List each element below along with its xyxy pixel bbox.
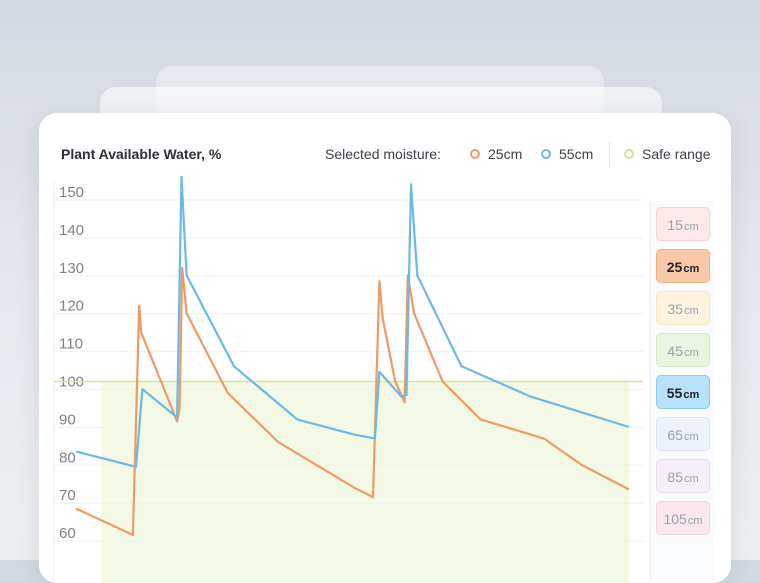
depth-button-55cm[interactable]: 55cm [656,375,710,409]
y-tick-label: 110 [59,336,83,353]
y-tick-label: 90 [59,411,76,428]
y-tick-label: 120 [59,298,84,315]
depth-button-35cm[interactable]: 35cm [656,291,710,325]
depth-value: 65 [667,427,683,443]
line-chart: 15014013012011010090807060 [39,113,731,583]
depth-selector: 15cm25cm35cm45cm55cm65cm85cm105cm [650,201,715,581]
y-tick-label: 80 [59,449,76,466]
depth-unit: cm [684,431,699,443]
y-tick-label: 150 [59,184,84,201]
depth-unit: cm [683,389,699,401]
y-tick-label: 70 [59,487,76,504]
safe-range-band [101,382,629,583]
depth-value: 105 [663,511,686,527]
depth-value: 55 [667,385,683,401]
depth-value: 35 [667,301,683,317]
depth-button-25cm[interactable]: 25cm [656,249,710,283]
depth-unit: cm [688,515,703,527]
y-tick-label: 60 [59,525,76,542]
depth-button-105cm[interactable]: 105cm [656,501,710,535]
depth-value: 85 [667,469,683,485]
depth-button-85cm[interactable]: 85cm [656,459,710,493]
depth-unit: cm [683,263,699,275]
depth-unit: cm [684,305,699,317]
depth-value: 25 [667,259,683,275]
y-tick-label: 140 [59,222,84,239]
y-axis-ticks: 15014013012011010090807060 [59,184,84,542]
depth-value: 45 [667,343,683,359]
chart-card: Plant Available Water, % Selected moistu… [39,113,731,583]
depth-unit: cm [684,473,699,485]
depth-unit: cm [684,347,699,359]
depth-button-45cm[interactable]: 45cm [656,333,710,367]
depth-value: 15 [667,217,683,233]
depth-button-65cm[interactable]: 65cm [656,417,710,451]
depth-button-15cm[interactable]: 15cm [656,207,710,241]
depth-unit: cm [684,221,699,233]
y-tick-label: 130 [59,260,84,277]
